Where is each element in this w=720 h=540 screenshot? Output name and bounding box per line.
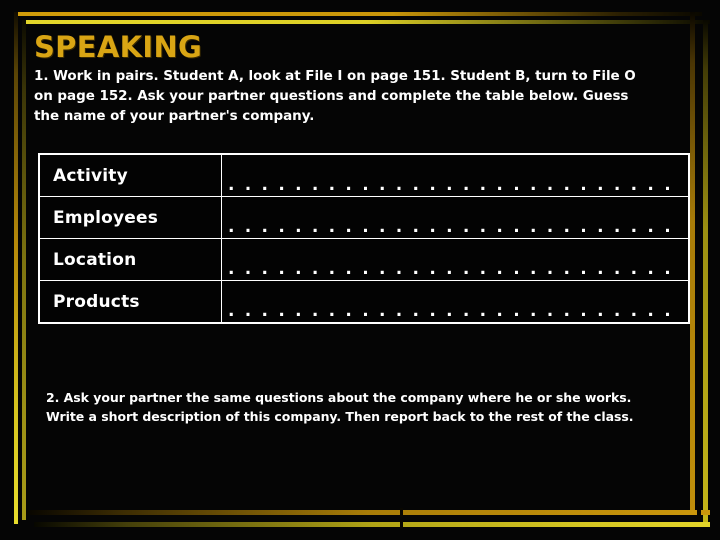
company-info-table: Activity . . . . . . . . . . . . . . . .… [38,153,690,324]
table-row: Products . . . . . . . . . . . . . . . .… [38,280,690,324]
company-info-table-body: Activity . . . . . . . . . . . . . . . .… [38,153,690,324]
table-row: Employees . . . . . . . . . . . . . . . … [38,196,690,239]
table-row: Location . . . . . . . . . . . . . . . .… [38,238,690,281]
table-row: Activity . . . . . . . . . . . . . . . .… [38,153,690,197]
table-row-answer-cell[interactable]: . . . . . . . . . . . . . . . . . . . . … [221,153,690,197]
frame-bar-right-inner [703,20,708,522]
exercise-2-instructions: 2. Ask your partner the same questions a… [46,390,634,424]
dotted-answer-line: . . . . . . . . . . . . . . . . . . . . … [228,177,682,192]
table-row-answer-cell[interactable]: . . . . . . . . . . . . . . . . . . . . … [221,280,690,324]
dotted-answer-line: . . . . . . . . . . . . . . . . . . . . … [228,219,682,234]
slide-title: SPEAKING [34,30,203,64]
table-row-answer-cell[interactable]: . . . . . . . . . . . . . . . . . . . . … [221,238,690,281]
table-row-label: Employees [38,196,222,239]
frame-bar-left-outer [14,12,18,524]
slide-content: SPEAKING 1. Work in pairs. Student A, lo… [32,0,690,540]
frame-bar-right-outer [690,12,695,514]
frame-bar-left-inner [22,20,26,520]
table-row-answer-cell[interactable]: . . . . . . . . . . . . . . . . . . . . … [221,196,690,239]
table-row-label: Location [38,238,222,281]
exercise-1-instructions: 1. Work in pairs. Student A, look at Fil… [34,68,636,124]
dotted-answer-line: . . . . . . . . . . . . . . . . . . . . … [228,261,682,276]
dotted-answer-line: . . . . . . . . . . . . . . . . . . . . … [228,303,682,318]
frame-bar-right-notch [697,506,701,522]
table-row-label: Activity [38,153,222,197]
slide-canvas: SPEAKING 1. Work in pairs. Student A, lo… [0,0,720,540]
table-row-label: Products [38,280,222,324]
